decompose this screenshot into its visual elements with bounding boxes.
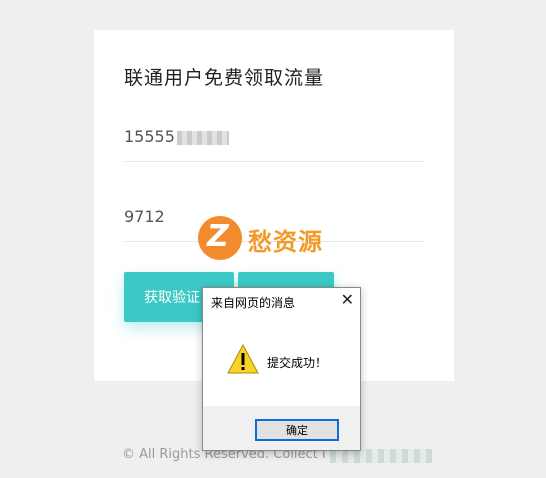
watermark-text: 愁资源 (248, 228, 323, 256)
ok-button[interactable]: 确定 (255, 419, 339, 441)
close-icon[interactable]: ✕ (341, 290, 354, 309)
dialog-title: 来自网页的消息 (211, 296, 296, 310)
watermark: Z 愁资源 (198, 212, 358, 264)
dialog-message: 提交成功！ (267, 356, 328, 370)
footer-blur-mask (330, 449, 432, 463)
phone-value: 15555 (124, 127, 175, 146)
alert-dialog: 来自网页的消息 ✕ 提交成功！ 确定 (202, 287, 361, 451)
phone-blur-mask (176, 130, 229, 145)
watermark-logo-icon: Z (198, 216, 242, 260)
page-title: 联通用户免费领取流量 (124, 67, 325, 89)
phone-field[interactable]: 15555 (124, 127, 424, 162)
warning-icon (227, 344, 259, 374)
code-value: 9712 (124, 207, 165, 226)
